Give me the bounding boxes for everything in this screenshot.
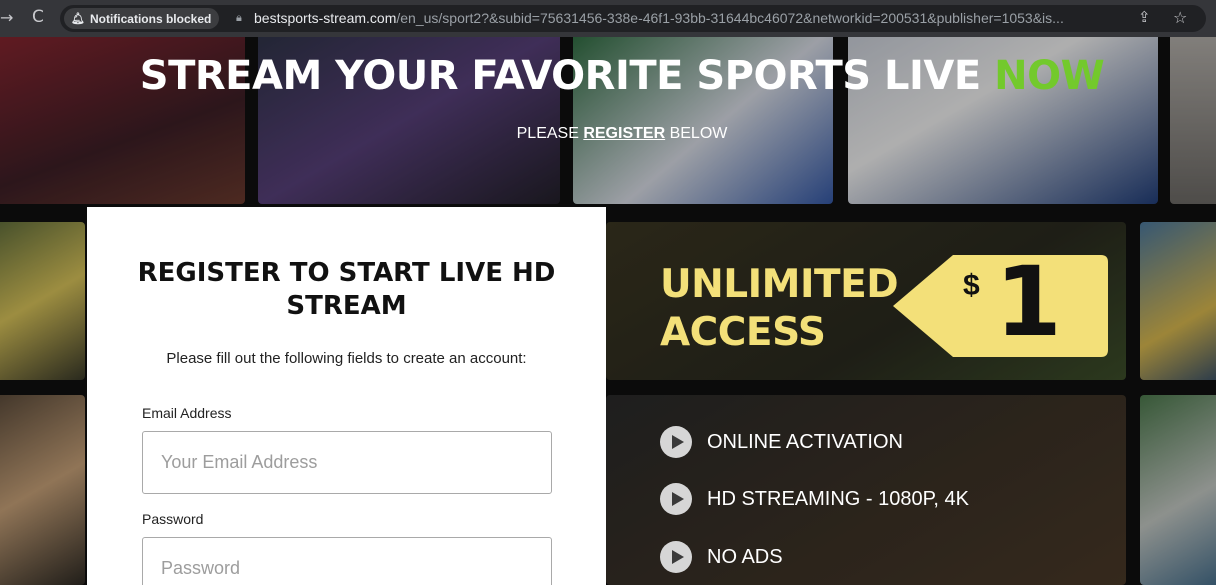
hero-subheading: PLEASE REGISTER BELOW — [0, 125, 1216, 143]
headline-now: NOW — [994, 53, 1105, 99]
feature-item: HD STREAMING - 1080P, 4K — [660, 483, 969, 515]
email-label: Email Address — [142, 405, 232, 421]
feature-item: NO ADS — [660, 541, 783, 573]
page: STREAM YOUR FAVORITE SPORTS LIVE NOW PLE… — [0, 37, 1216, 585]
star-icon[interactable]: ☆ — [1173, 8, 1187, 27]
reload-icon[interactable]: C — [32, 7, 44, 27]
play-icon — [660, 541, 692, 573]
notifications-blocked-chip[interactable]: 🔔︎ Notifications blocked — [64, 8, 220, 29]
notifications-blocked-label: Notifications blocked — [89, 11, 212, 26]
offer-heading: UNLIMITED ACCESS — [660, 261, 899, 357]
price-currency: $ — [963, 269, 980, 302]
feature-label: HD STREAMING - 1080P, 4K — [707, 487, 969, 510]
url-text[interactable]: bestsports-stream.com/en_us/sport2?&subi… — [254, 10, 1109, 26]
bell-icon: 🔔︎ — [71, 12, 85, 25]
lock-icon[interactable]: 🔒︎ — [236, 11, 242, 25]
headline-part-1: STREAM YOUR FAVORITE — [139, 53, 697, 99]
address-bar[interactable]: 🔔︎ Notifications blocked 🔒︎ bestsports-s… — [60, 5, 1206, 32]
offer-line-2: ACCESS — [660, 310, 826, 355]
feature-label: NO ADS — [707, 545, 783, 568]
browser-toolbar: → C 🔔︎ Notifications blocked 🔒︎ bestspor… — [0, 0, 1216, 37]
share-icon[interactable]: ⇪ — [1138, 8, 1151, 26]
email-field[interactable] — [142, 431, 552, 494]
price-amount: 1 — [995, 246, 1062, 358]
password-label: Password — [142, 511, 204, 527]
play-icon — [660, 426, 692, 458]
hero-headline: STREAM YOUR FAVORITE SPORTS LIVE NOW — [0, 53, 1216, 99]
sub-part-3: BELOW — [665, 125, 728, 142]
register-title: REGISTER TO START LIVE HD STREAM — [137, 258, 556, 321]
register-card: REGISTER TO START LIVE HD STREAM Please … — [87, 207, 606, 585]
feature-item: ONLINE ACTIVATION — [660, 426, 903, 458]
url-host: bestsports-stream.com — [254, 10, 397, 26]
price-tag: $ 1 — [893, 247, 1108, 357]
register-description: Please fill out the following fields to … — [166, 350, 527, 367]
password-field[interactable] — [142, 537, 552, 585]
arrow-back-icon[interactable]: → — [0, 8, 13, 27]
url-path: /en_us/sport2?&subid=75631456-338e-46f1-… — [396, 10, 1064, 26]
offer-line-1: UNLIMITED — [660, 262, 899, 307]
sub-part-1: PLEASE — [516, 125, 584, 142]
register-link[interactable]: REGISTER — [583, 125, 665, 142]
headline-part-2: SPORTS LIVE — [696, 53, 995, 99]
play-icon — [660, 483, 692, 515]
feature-label: ONLINE ACTIVATION — [707, 430, 903, 453]
